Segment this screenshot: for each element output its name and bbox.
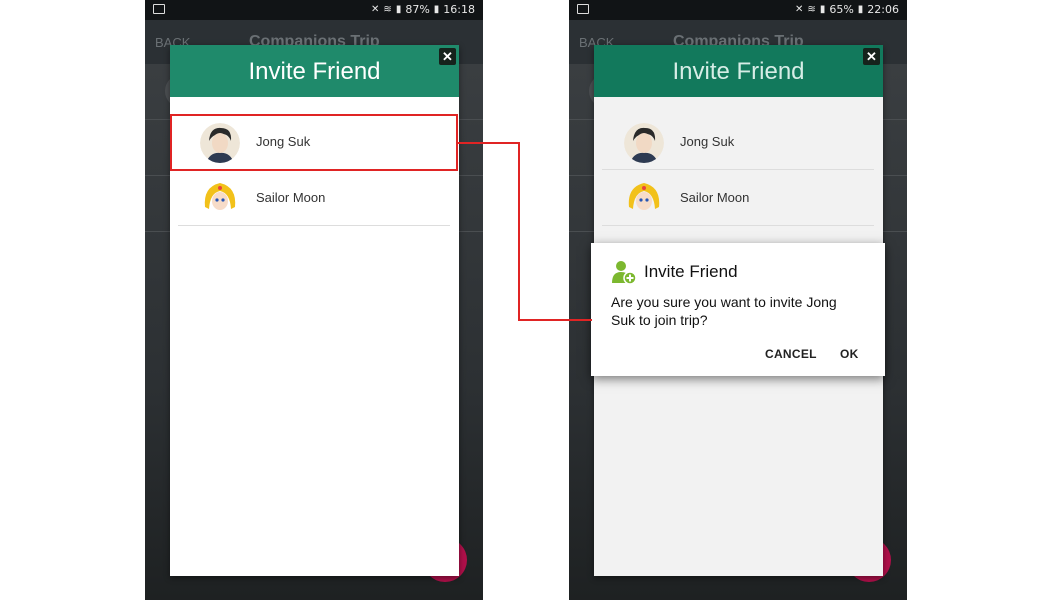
flow-connector [458,142,592,321]
